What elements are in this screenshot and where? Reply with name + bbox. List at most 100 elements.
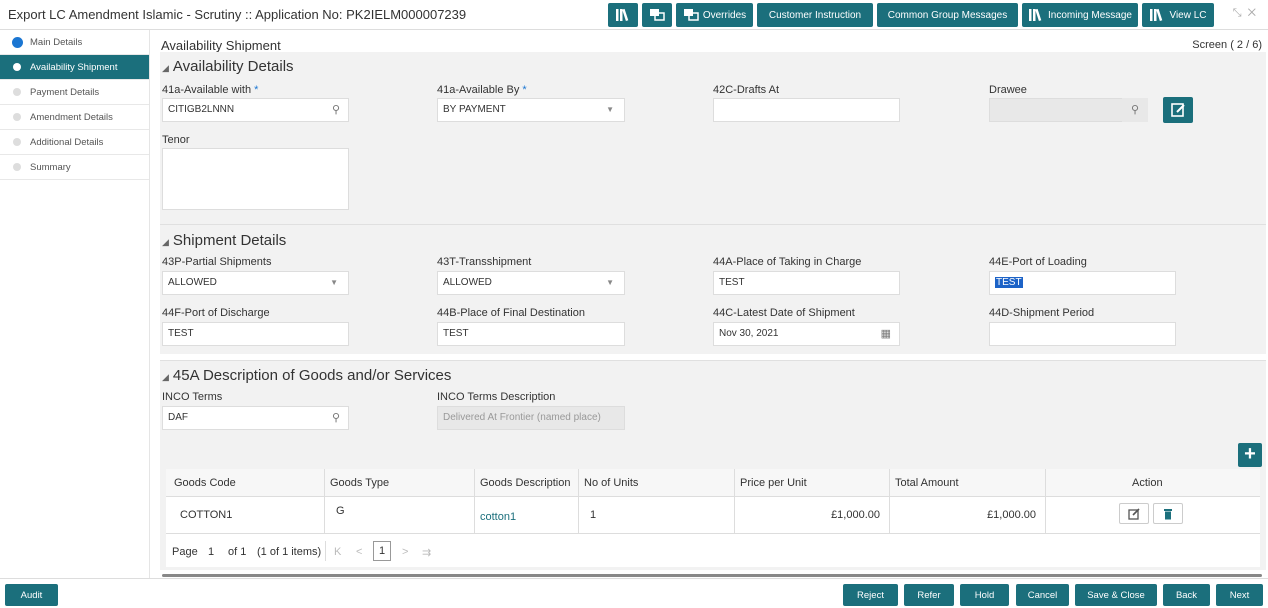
transshipment-select[interactable]: ALLOWED ▼ xyxy=(437,271,625,295)
messages-button[interactable] xyxy=(642,3,672,27)
chat-icon xyxy=(650,9,665,21)
common-group-messages-button[interactable]: Common Group Messages xyxy=(877,3,1018,27)
col-header-goods-description[interactable]: Goods Description xyxy=(480,477,571,489)
shipment-period-label: 44D-Shipment Period xyxy=(989,307,1095,319)
collapse-icon: ◢ xyxy=(162,237,169,247)
sidebar-item-payment-details[interactable]: Payment Details xyxy=(0,80,149,105)
save-close-button[interactable]: Save & Close xyxy=(1075,584,1157,606)
library-button[interactable] xyxy=(608,3,638,27)
step-icon xyxy=(13,63,21,71)
reject-button[interactable]: Reject xyxy=(843,584,898,606)
last-page-icon[interactable]: ⇉ xyxy=(422,546,431,559)
add-goods-button[interactable]: + xyxy=(1238,443,1262,467)
goods-section-title[interactable]: ◢ 45A Description of Goods and/or Service… xyxy=(162,367,451,384)
inco-desc-field: Delivered At Frontier (named place) xyxy=(437,406,625,430)
edit-icon xyxy=(1171,103,1185,117)
cancel-button[interactable]: Cancel xyxy=(1016,584,1069,606)
edit-row-button[interactable] xyxy=(1119,503,1149,524)
final-destination-label: 44B-Place of Final Destination xyxy=(437,307,585,319)
main-content: Availability Shipment Screen ( 2 / 6) ◢ A… xyxy=(150,30,1268,578)
horizontal-scrollbar[interactable] xyxy=(162,574,1262,577)
col-header-action: Action xyxy=(1132,477,1163,489)
calendar-icon[interactable]: ▦ xyxy=(881,323,891,345)
final-destination-field[interactable]: TEST xyxy=(437,322,625,346)
inco-terms-field[interactable]: DAF ⚲ xyxy=(162,406,349,430)
sidebar-item-availability-shipment[interactable]: Availability Shipment xyxy=(0,55,149,80)
goods-code-cell: COTTON1 xyxy=(180,509,233,521)
sidebar-item-amendment-details[interactable]: Amendment Details xyxy=(0,105,149,130)
screen-indicator: Screen ( 2 / 6) xyxy=(1192,39,1262,51)
shipment-period-field[interactable] xyxy=(989,322,1176,346)
drawee-edit-button[interactable] xyxy=(1163,97,1193,123)
no-of-units-cell: 1 xyxy=(590,509,597,521)
sidebar-item-summary[interactable]: Summary xyxy=(0,155,149,180)
drawee-search-button[interactable]: ⚲ xyxy=(1122,98,1148,122)
view-lc-button[interactable]: View LC xyxy=(1142,3,1214,27)
goods-description-link[interactable]: cotton1 xyxy=(480,511,516,523)
goods-type-cell: G xyxy=(336,505,345,517)
sidebar-item-additional-details[interactable]: Additional Details xyxy=(0,130,149,155)
partial-shipments-label: 43P-Partial Shipments xyxy=(162,256,272,268)
hold-button[interactable]: Hold xyxy=(960,584,1009,606)
goods-table: Goods Code Goods Type Goods Description … xyxy=(166,469,1260,567)
port-discharge-field[interactable]: TEST xyxy=(162,322,349,346)
search-icon[interactable]: ⚲ xyxy=(332,99,340,121)
back-button[interactable]: Back xyxy=(1163,584,1210,606)
close-icon[interactable]: ✕ xyxy=(1248,7,1262,19)
edit-icon xyxy=(1128,507,1140,520)
minimize-icon[interactable]: ⤡ xyxy=(1233,7,1248,19)
inco-terms-label: INCO Terms xyxy=(162,391,223,403)
plus-icon: + xyxy=(1244,443,1256,465)
page-items: (1 of 1 items) xyxy=(257,546,322,558)
price-per-unit-cell: £1,000.00 xyxy=(831,509,880,521)
place-taking-label: 44A-Place of Taking in Charge xyxy=(713,256,862,268)
drafts-at-field[interactable] xyxy=(713,98,900,122)
available-by-select[interactable]: BY PAYMENT ▼ xyxy=(437,98,625,122)
prev-page-icon[interactable]: < xyxy=(356,546,362,558)
incoming-message-button[interactable]: Incoming Message xyxy=(1022,3,1138,27)
overrides-label: Overrides xyxy=(702,9,747,21)
inco-desc-label: INCO Terms Description xyxy=(437,391,556,403)
latest-date-field[interactable]: Nov 30, 2021 ▦ xyxy=(713,322,900,346)
col-header-no-of-units[interactable]: No of Units xyxy=(584,477,638,489)
availability-section-title[interactable]: ◢ Availability Details xyxy=(162,58,294,75)
library-icon xyxy=(616,8,629,22)
refer-button[interactable]: Refer xyxy=(904,584,954,606)
page-title: Availability Shipment xyxy=(161,38,281,53)
place-taking-field[interactable]: TEST xyxy=(713,271,900,295)
col-header-price-per-unit[interactable]: Price per Unit xyxy=(740,477,807,489)
partial-shipments-select[interactable]: ALLOWED ▼ xyxy=(162,271,349,295)
col-header-total-amount[interactable]: Total Amount xyxy=(895,477,959,489)
step-icon xyxy=(13,88,21,96)
sidebar-item-label: Main Details xyxy=(30,37,83,48)
step-icon xyxy=(13,113,21,121)
shipment-panel: ◢ Shipment Details 43P-Partial Shipments … xyxy=(160,224,1266,354)
col-header-goods-code[interactable]: Goods Code xyxy=(174,477,236,489)
col-header-goods-type[interactable]: Goods Type xyxy=(330,477,389,489)
available-with-field[interactable]: CITIGB2LNNN ⚲ xyxy=(162,98,349,122)
total-amount-cell: £1,000.00 xyxy=(987,509,1036,521)
tenor-label: Tenor xyxy=(162,134,190,146)
tenor-textarea[interactable] xyxy=(162,148,349,210)
shipment-section-title[interactable]: ◢ Shipment Details xyxy=(162,232,286,249)
audit-button[interactable]: Audit xyxy=(5,584,58,606)
first-page-icon[interactable]: K xyxy=(334,546,341,558)
window-controls: ⤡✕ xyxy=(1233,7,1262,20)
collapse-icon: ◢ xyxy=(162,372,169,382)
customer-instruction-button[interactable]: Customer Instruction xyxy=(757,3,873,27)
incoming-message-label: Incoming Message xyxy=(1048,9,1132,21)
transshipment-label: 43T-Transshipment xyxy=(437,256,532,268)
availability-panel: ◢ Availability Details 41a-Available with… xyxy=(160,52,1266,248)
search-icon: ⚲ xyxy=(1130,104,1140,116)
search-icon[interactable]: ⚲ xyxy=(332,407,340,429)
step-icon xyxy=(12,37,23,48)
overrides-button[interactable]: Overrides xyxy=(676,3,753,27)
delete-row-button[interactable] xyxy=(1153,503,1183,524)
next-page-icon[interactable]: > xyxy=(402,546,408,558)
current-page-button[interactable]: 1 xyxy=(373,541,391,561)
available-by-label: 41a-Available By * xyxy=(437,84,527,96)
port-loading-field[interactable]: TEST xyxy=(989,271,1176,295)
next-button[interactable]: Next xyxy=(1216,584,1263,606)
sidebar-item-label: Payment Details xyxy=(30,87,100,98)
sidebar-item-main-details[interactable]: Main Details xyxy=(0,30,149,55)
